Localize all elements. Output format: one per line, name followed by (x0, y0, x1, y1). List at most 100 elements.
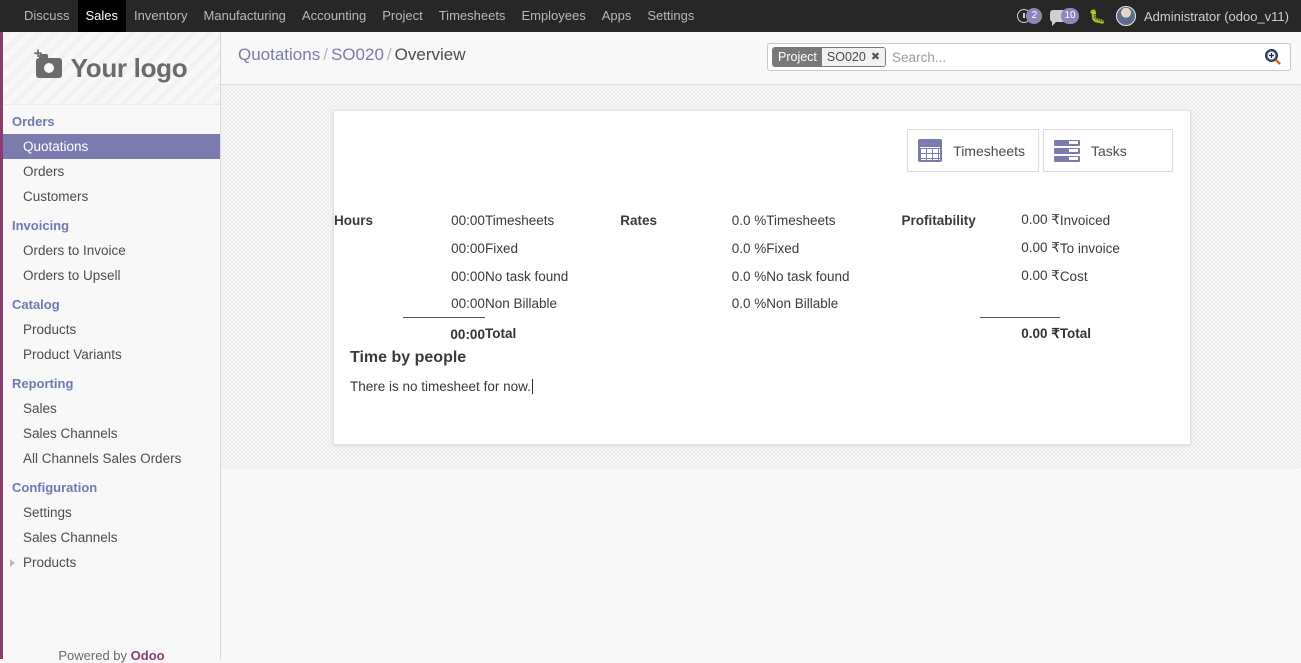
hours-value: 00:00 (451, 212, 485, 228)
sidebar-item-product-variants[interactable]: Product Variants (3, 342, 220, 367)
total-hours-label: Total (484, 326, 517, 342)
sidebar-menu: Orders Quotations Orders Customers Invoicing… (3, 105, 220, 575)
total-profitability-value: 0.00 ₹ (979, 317, 1060, 348)
profitability-column-header (902, 234, 980, 262)
odoo-brand: Odoo (130, 648, 165, 663)
profitability-label: Invoiced (1059, 212, 1111, 228)
project-overview-card: Timesheets Tasks Hours 00:00 Timesheets Rat… (333, 110, 1191, 445)
activity-indicator[interactable]: 2 (1017, 6, 1043, 26)
app-menu-manufacturing[interactable]: Manufacturing (196, 0, 294, 32)
rates-column-header: Rates (620, 212, 657, 228)
hours-label: No task found (484, 268, 569, 284)
powered-prefix: Powered by (58, 648, 131, 663)
sidebar-item-sales-channels[interactable]: Sales Channels (3, 525, 220, 550)
close-icon[interactable]: ✖ (868, 48, 886, 66)
breadcrumb-separator: / (323, 45, 328, 64)
rates-value: 0.0 % (731, 296, 767, 312)
breadcrumb-item-quotations[interactable]: Quotations (238, 45, 320, 64)
app-menu-timesheets[interactable]: Timesheets (431, 0, 514, 32)
stat-button-group: Timesheets Tasks (907, 129, 1173, 172)
sidebar-item-label: Sales Channels (23, 426, 118, 441)
text-cursor (531, 379, 533, 394)
search-facet-project[interactable]: Project SO020 ✖ (772, 47, 887, 67)
powered-by-odoo[interactable]: Powered by Odoo (3, 648, 220, 663)
rates-value: 0.0 % (731, 268, 767, 284)
hours-column-header (334, 290, 403, 318)
sidebar-item-label: Customers (23, 189, 89, 204)
sidebar-item-orders[interactable]: Orders (3, 159, 220, 184)
task-list-icon (1054, 139, 1080, 162)
activity-count-badge: 2 (1026, 8, 1043, 24)
rates-column-header (620, 234, 688, 262)
sidebar-item-products[interactable]: Products (3, 550, 220, 575)
breadcrumb-item-so020[interactable]: SO020 (331, 45, 384, 64)
sidebar-item-quotations[interactable]: Quotations (3, 134, 220, 159)
hours-column-header (334, 262, 403, 290)
app-menu-employees[interactable]: Employees (513, 0, 593, 32)
rates-column-header (620, 262, 688, 290)
total-hours-value: 00:00 (402, 317, 485, 348)
sidebar-item-label: Sales (23, 401, 57, 416)
search-view[interactable]: Project SO020 ✖ (767, 43, 1291, 71)
sidebar-item-label: All Channels Sales Orders (23, 451, 182, 466)
app-menu-list: Discuss Sales Inventory Manufacturing Accoun… (0, 0, 702, 32)
sidebar-item-settings[interactable]: Settings (3, 500, 220, 525)
rates-column-header (620, 290, 688, 318)
hours-column-header: Hours (334, 212, 374, 228)
add-photo-camera-icon (34, 46, 62, 78)
sidebar-item-all-channels-sales-orders[interactable]: All Channels Sales Orders (3, 446, 220, 471)
sidebar-item-label: Orders (23, 164, 65, 179)
search-facet-label: Project (773, 48, 822, 66)
sidebar-section-catalog: Catalog (12, 297, 60, 312)
sidebar-item-customers[interactable]: Customers (3, 184, 220, 209)
figures-table: Hours 00:00 Timesheets Rates 0.0 % Timesheets… (334, 206, 1190, 348)
breadcrumb: Quotations / SO020/Overview (238, 45, 466, 65)
rates-label: Fixed (766, 240, 800, 256)
top-navbar: Discuss Sales Inventory Manufacturing Accoun… (0, 0, 1301, 32)
search-icon[interactable] (1256, 44, 1290, 70)
sidebar-item-orders-to-invoice[interactable]: Orders to Invoice (3, 238, 220, 263)
messaging-indicator[interactable]: 10 (1050, 6, 1079, 26)
hours-value: 00:00 (451, 268, 485, 284)
profitability-label: Cost (1059, 268, 1088, 284)
app-menu-discuss[interactable]: Discuss (16, 0, 78, 32)
figures-row: Hours 00:00 Timesheets Rates 0.0 % Timesheets… (334, 206, 1190, 234)
content-background-lower (221, 469, 1301, 659)
sidebar-item-sales[interactable]: Sales (3, 396, 220, 421)
app-menu-inventory[interactable]: Inventory (126, 0, 195, 32)
messages-count-badge: 10 (1061, 8, 1079, 24)
sidebar-item-orders-to-upsell[interactable]: Orders to Upsell (3, 263, 220, 288)
sidebar-item-label: Product Variants (23, 347, 122, 362)
sidebar-item-label: Products (23, 322, 77, 337)
time-by-people-title: Time by people (350, 349, 467, 366)
figures-row: 00:00 Fixed 0.0 % Fixed 0.00 ₹ To invoice (334, 234, 1190, 262)
sidebar-item-label: Sales Channels (23, 530, 118, 545)
search-input[interactable] (886, 48, 1256, 66)
bug-icon[interactable]: 🐛 (1087, 9, 1108, 23)
app-menu-sales[interactable]: Sales (77, 0, 127, 32)
app-menu-settings[interactable]: Settings (639, 0, 702, 32)
figures-row: 00:00 Non Billable 0.0 % Non Billable (334, 290, 1190, 318)
content-background: Timesheets Tasks Hours 00:00 Timesheets Rat… (221, 85, 1301, 469)
profitability-value: 0.00 ₹ (1021, 268, 1060, 283)
profitability-value (980, 290, 1060, 318)
sidebar-item-products[interactable]: Products (3, 317, 220, 342)
app-menu-project[interactable]: Project (374, 0, 430, 32)
sidebar-item-sales-channels[interactable]: Sales Channels (3, 421, 220, 446)
app-menu-apps[interactable]: Apps (594, 0, 640, 32)
sidebar-item-label: Settings (23, 505, 72, 520)
hours-value: 00:00 (451, 240, 485, 256)
timesheets-stat-button[interactable]: Timesheets (907, 129, 1039, 172)
avatar[interactable] (1116, 6, 1136, 26)
company-logo-area[interactable]: Your logo (3, 32, 220, 105)
control-panel: Quotations / SO020/Overview Project SO020 … (221, 32, 1301, 85)
rates-value: 0.0 % (731, 240, 767, 256)
app-menu-accounting[interactable]: Accounting (294, 0, 374, 32)
total-spacer-2 (620, 318, 688, 349)
user-menu-label[interactable]: Administrator (odoo_v11) (1144, 9, 1297, 24)
figures-total-row: 00:00 Total 0.00 ₹ Total (334, 317, 1190, 349)
sidebar-section-orders: Orders (12, 114, 55, 129)
tasks-stat-button[interactable]: Tasks (1043, 129, 1173, 172)
search-facet-value: SO020 (821, 48, 869, 66)
sidebar-section-configuration: Configuration (12, 480, 98, 495)
